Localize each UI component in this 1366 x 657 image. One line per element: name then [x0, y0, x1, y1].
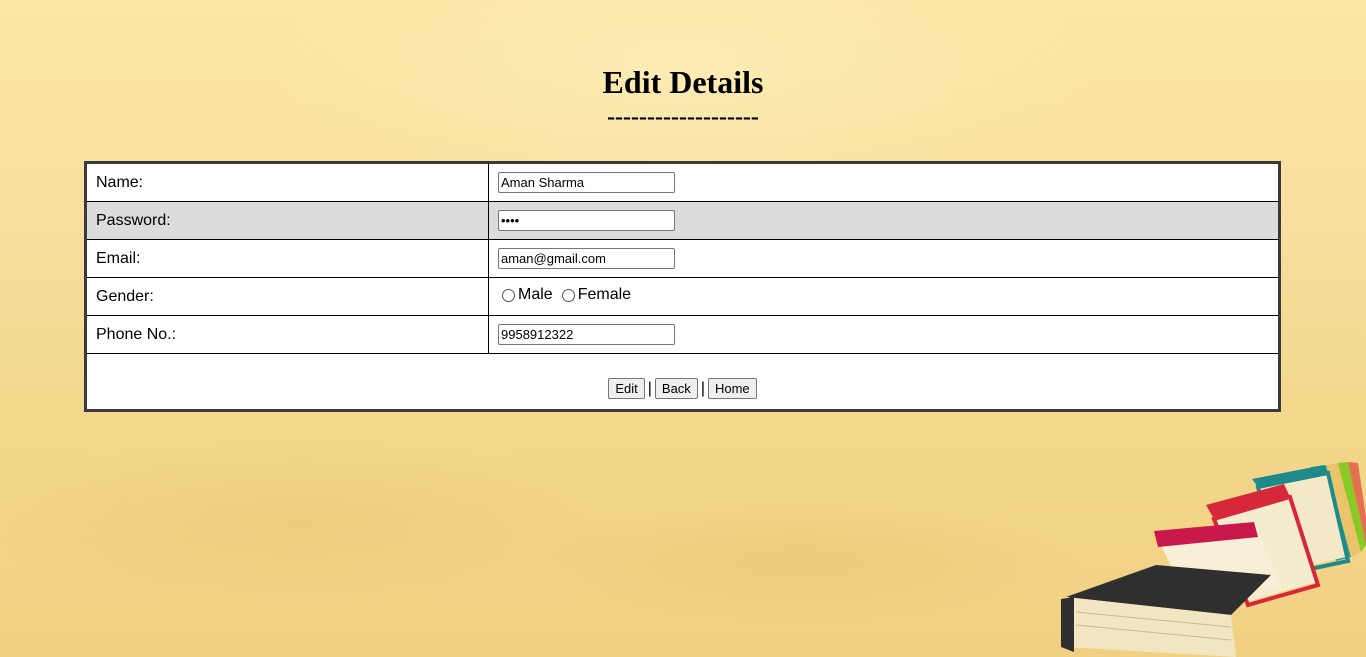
- phone-field-cell: [488, 315, 1280, 354]
- form-row-name: Name:: [85, 162, 1280, 202]
- phone-field[interactable]: [498, 324, 675, 345]
- name-field[interactable]: [498, 172, 675, 193]
- gender-label: Gender:: [85, 277, 489, 316]
- edit-button[interactable]: Edit: [608, 378, 645, 399]
- female-radio-label: Female: [577, 286, 632, 304]
- password-label: Password:: [85, 201, 489, 240]
- form-row-phone: Phone No.:: [85, 315, 1280, 354]
- page-title: Edit Details: [602, 64, 764, 100]
- form-actions-cell: Edit | Back | Home: [85, 353, 1280, 411]
- form-row-email: Email:: [85, 239, 1280, 278]
- dark-book-icon: [1061, 565, 1271, 657]
- female-radio[interactable]: [561, 288, 575, 302]
- password-field-cell: [488, 201, 1280, 240]
- edit-details-form: Name: Password: Email: Gender: Male Fema…: [84, 161, 1281, 412]
- email-field-cell: [488, 239, 1280, 278]
- male-radio-label: Male: [518, 286, 553, 304]
- gender-option-female[interactable]: Female: [561, 286, 640, 304]
- email-field[interactable]: [498, 248, 675, 269]
- books-illustration: [1061, 462, 1366, 657]
- form-row-password: Password:: [85, 201, 1280, 240]
- gender-options-cell: Male Female: [488, 277, 1280, 316]
- password-field[interactable]: [498, 210, 675, 231]
- form-actions: Edit | Back | Home: [87, 378, 1278, 409]
- form-actions-row: Edit | Back | Home: [85, 353, 1280, 411]
- home-button[interactable]: Home: [707, 378, 757, 399]
- name-field-cell: [488, 162, 1280, 202]
- form-row-gender: Gender: Male Female: [85, 277, 1280, 316]
- separator: |: [647, 380, 652, 397]
- gender-option-male[interactable]: Male: [502, 286, 562, 304]
- email-label: Email:: [85, 239, 489, 278]
- name-label: Name:: [85, 162, 489, 202]
- male-radio[interactable]: [502, 288, 515, 302]
- separator: |: [700, 380, 705, 397]
- phone-label: Phone No.:: [85, 315, 489, 354]
- title-divider: -------------------: [607, 104, 759, 130]
- back-button[interactable]: Back: [654, 378, 698, 399]
